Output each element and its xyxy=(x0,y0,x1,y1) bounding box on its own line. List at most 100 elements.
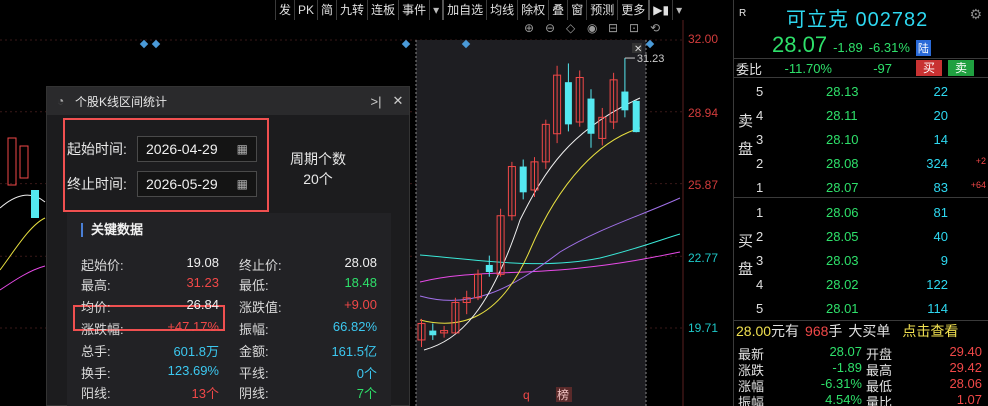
stat-cell: 阳线: 13个 xyxy=(81,383,219,402)
buy-button[interactable]: 买 xyxy=(916,60,942,76)
toolbar-button[interactable]: 事件 xyxy=(398,0,430,20)
panel-header: ◔ 个股K线区间统计 >| ✕ xyxy=(47,87,409,115)
range-stats-panel: ◔ 个股K线区间统计 >| ✕ 起始时间: 2026-04-29 ▦ 终止时间:… xyxy=(46,86,410,406)
stat-cell: 总手: 601.8万 xyxy=(81,341,219,360)
toolbar-button[interactable]: PK xyxy=(294,0,318,20)
bid-row[interactable]: 2 28.05 40 xyxy=(756,229,986,250)
toolbar-button[interactable]: 预测 xyxy=(586,0,618,20)
stat-value: 13个 xyxy=(191,386,219,401)
level-price: 28.05 xyxy=(826,229,859,244)
stat-value: 123.69% xyxy=(167,363,219,378)
toolbar-button[interactable]: ▾ xyxy=(429,0,443,20)
toolbar-button[interactable]: ▾ xyxy=(672,0,686,20)
last-price: 28.07 xyxy=(772,32,828,57)
bid-row[interactable]: 5 28.01 114 xyxy=(756,301,986,322)
stat-value: 18.48 xyxy=(344,275,377,290)
key-data-title: 关键数据 xyxy=(81,223,143,237)
stat-label: 振幅 xyxy=(738,395,765,406)
gear-icon[interactable]: ⚙ xyxy=(969,6,982,23)
chart-tool-icon[interactable]: ⊡ xyxy=(629,21,639,35)
toolbar-button[interactable]: 窗 xyxy=(567,0,587,20)
stat-label: 起始价: xyxy=(81,258,124,273)
stat-cell: 平线: 0个 xyxy=(239,363,377,382)
date-highlight-box xyxy=(63,118,269,212)
stat-label: 最新 xyxy=(738,347,765,362)
stat-value: 29.40 xyxy=(949,344,982,359)
chart-tool-icon[interactable]: ◇ xyxy=(566,21,576,35)
toolbar-button[interactable]: 发 xyxy=(275,0,295,20)
candle-body xyxy=(19,145,29,179)
stat-cell: 阴线: 7个 xyxy=(239,383,377,402)
panel-title: 个股K线区间统计 xyxy=(75,94,168,109)
level: 4 xyxy=(756,277,764,292)
toolbar-button[interactable]: 简 xyxy=(317,0,337,20)
stat-value: 19.08 xyxy=(186,255,219,270)
toolbar-button[interactable]: 九转 xyxy=(336,0,368,20)
level-price: 28.01 xyxy=(826,301,859,316)
toolbar-button[interactable]: 均线 xyxy=(486,0,518,20)
end-date-label: 终止时间: xyxy=(67,176,127,192)
stat-label: 换手: xyxy=(81,366,111,381)
toolbar-button[interactable]: 连板 xyxy=(367,0,399,20)
level-price: 28.08 xyxy=(826,156,859,171)
sell-button[interactable]: 卖 xyxy=(948,60,974,76)
stat-value: 7个 xyxy=(356,386,377,401)
toolbar-button[interactable]: 叠 xyxy=(548,0,568,20)
price-axis-label: 22.77 xyxy=(687,251,718,265)
level-volume: 22 xyxy=(933,84,948,99)
bottom-mark: q xyxy=(523,388,530,402)
chart-tool-icon[interactable]: ⟲ xyxy=(650,21,660,35)
big-order-volume: 968 xyxy=(805,323,829,339)
bid-row[interactable]: 3 28.03 9 xyxy=(756,253,986,274)
toolbar-button[interactable]: 除权 xyxy=(517,0,549,20)
ask-row[interactable]: 2 28.08 324 +2 xyxy=(756,156,986,177)
chart-tool-icon[interactable]: ⊖ xyxy=(545,21,555,35)
close-icon[interactable]: ✕ xyxy=(387,93,409,109)
candle-body xyxy=(485,264,493,272)
calendar-icon[interactable]: ▦ xyxy=(237,142,248,156)
chart-tool-icon[interactable]: ⊕ xyxy=(524,21,534,35)
bid-row[interactable]: 4 28.02 122 xyxy=(756,277,986,298)
calendar-icon[interactable]: ▦ xyxy=(237,177,248,191)
event-marker xyxy=(151,39,161,49)
quote-header: R 可立克 002782 ⚙ xyxy=(734,0,988,31)
close-icon[interactable]: ✕ xyxy=(634,44,642,55)
stat-value: 161.5亿 xyxy=(331,344,377,359)
quote-stat-row: 最新 28.07 开盘 29.40 xyxy=(738,344,988,362)
stat-label: 最高: xyxy=(81,278,111,293)
stat-label: 涨跌值: xyxy=(239,300,282,315)
end-date-input[interactable]: 2026-05-29 ▦ xyxy=(137,171,257,197)
stat-label: 均价: xyxy=(81,300,111,315)
stat-value: 4.54% xyxy=(825,392,862,406)
big-order-volume-unit: 手 xyxy=(828,323,843,339)
stat-cell: 涨跌幅: +47.17% xyxy=(81,319,219,338)
chart-tool-icon[interactable]: ⊟ xyxy=(608,21,618,35)
start-date-input[interactable]: 2026-04-29 ▦ xyxy=(137,136,257,162)
price-axis-label: 25.87 xyxy=(687,178,718,192)
toolbar-button[interactable]: 更多 xyxy=(617,0,649,20)
big-order-price: 28.00 xyxy=(736,323,772,339)
big-order-unit: 元有 xyxy=(771,323,800,339)
view-big-order-link[interactable]: 点击查看 xyxy=(902,321,958,341)
candle-body xyxy=(7,137,17,186)
ask-row[interactable]: 3 28.10 14 xyxy=(756,132,986,153)
stat-label: 最低: xyxy=(239,278,269,293)
collapse-icon[interactable]: >| xyxy=(365,94,387,109)
chart-tool-icon[interactable]: ◉ xyxy=(587,21,597,35)
period-count: 周期个数 20个 xyxy=(283,149,353,189)
end-date-value: 2026-05-29 xyxy=(146,176,218,192)
ask-row[interactable]: 5 28.13 22 xyxy=(756,84,986,105)
level: 5 xyxy=(756,84,764,99)
stat-cell: 金额: 161.5亿 xyxy=(239,341,377,360)
stat-label: 阴线: xyxy=(239,386,269,401)
candle-body xyxy=(621,91,629,111)
stat-label: 量比 xyxy=(866,395,893,406)
bid-row[interactable]: 1 28.06 81 xyxy=(756,205,986,226)
price-axis-label: 32.00 xyxy=(687,32,718,46)
toolbar-button[interactable]: 加自选 xyxy=(442,0,487,20)
ask-row[interactable]: 4 28.11 20 xyxy=(756,108,986,129)
buy-side-label: 买 盘 xyxy=(738,233,754,278)
stat-value: 29.42 xyxy=(949,360,982,375)
toolbar-button[interactable]: ▶▮ xyxy=(648,0,673,20)
level-volume: 20 xyxy=(933,108,948,123)
